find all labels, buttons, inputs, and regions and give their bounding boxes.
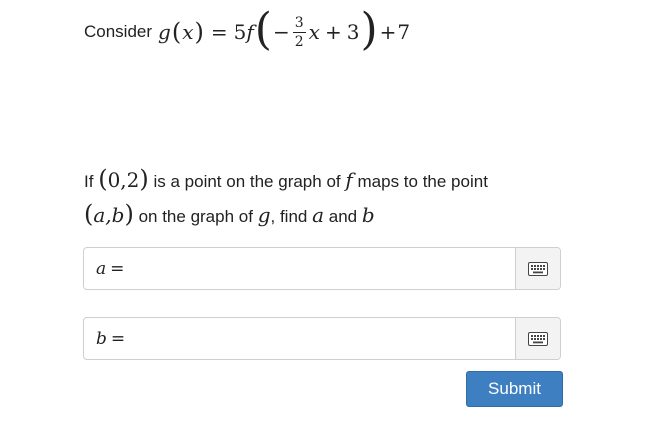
plus-sign-outer: + — [379, 20, 397, 44]
middle-text: is a point on the graph of — [153, 172, 341, 191]
inner-constant: 3 — [346, 20, 360, 44]
point-paren-close: ) — [139, 165, 149, 193]
keyboard-icon — [528, 261, 548, 276]
answer-a-field[interactable]: a = — [84, 248, 515, 289]
outer-constant: 7 — [397, 20, 411, 44]
coefficient: 5 — [233, 20, 247, 44]
g-name: g — [257, 203, 271, 227]
b-var: b — [361, 203, 375, 227]
answer-a-variable: a — [96, 258, 107, 279]
answer-b-variable: b — [96, 328, 107, 349]
maps-text: maps to the point — [357, 172, 488, 191]
inner-func: f — [246, 20, 254, 44]
inner-var: x — [308, 20, 320, 44]
fraction: 3 2 — [292, 14, 306, 50]
problem-statement: Consider g ( x ) = 5 f ( − 3 2 x + 3 ) +… — [84, 8, 410, 56]
answer-a-equals: = — [110, 258, 125, 279]
ab-coords: a,b — [93, 203, 125, 227]
answer-b-field[interactable]: b = — [84, 318, 515, 359]
lhs-var: x — [182, 20, 194, 44]
and-text: and — [328, 207, 358, 226]
question-text: If (0,2) is a point on the graph of f ma… — [84, 163, 584, 233]
find-text: , find — [270, 207, 308, 226]
function-equation: g ( x ) = 5 f ( − 3 2 x + 3 ) + 7 — [158, 4, 411, 55]
fraction-denominator: 2 — [294, 33, 304, 50]
paren-close: ) — [194, 18, 204, 46]
submit-button[interactable]: Submit — [466, 371, 563, 407]
ab-paren-close: ) — [124, 200, 134, 228]
lhs-func: g — [158, 20, 171, 44]
problem-prefix: Consider — [84, 22, 153, 41]
minus-sign: − — [272, 20, 290, 44]
big-paren-open: ( — [254, 4, 272, 55]
equals-sign: = — [210, 20, 228, 44]
answer-b-equals: = — [110, 328, 126, 349]
keyboard-icon — [528, 331, 548, 346]
answer-a-input[interactable]: a = — [83, 247, 561, 290]
plus-sign-inner: + — [324, 20, 342, 44]
big-paren-close: ) — [360, 4, 378, 55]
answer-b-input[interactable]: b = — [83, 317, 561, 360]
on-graph-text: on the graph of — [138, 207, 253, 226]
paren-open: ( — [171, 18, 182, 46]
f-name: f — [345, 168, 353, 192]
if-text: If — [84, 172, 94, 191]
fraction-numerator: 3 — [292, 14, 306, 33]
keyboard-button-b[interactable] — [515, 318, 560, 359]
point-paren-open: ( — [98, 165, 108, 193]
point-coords: 0,2 — [107, 168, 140, 192]
keyboard-button-a[interactable] — [515, 248, 560, 289]
ab-paren-open: ( — [84, 200, 94, 228]
a-var: a — [312, 203, 325, 227]
